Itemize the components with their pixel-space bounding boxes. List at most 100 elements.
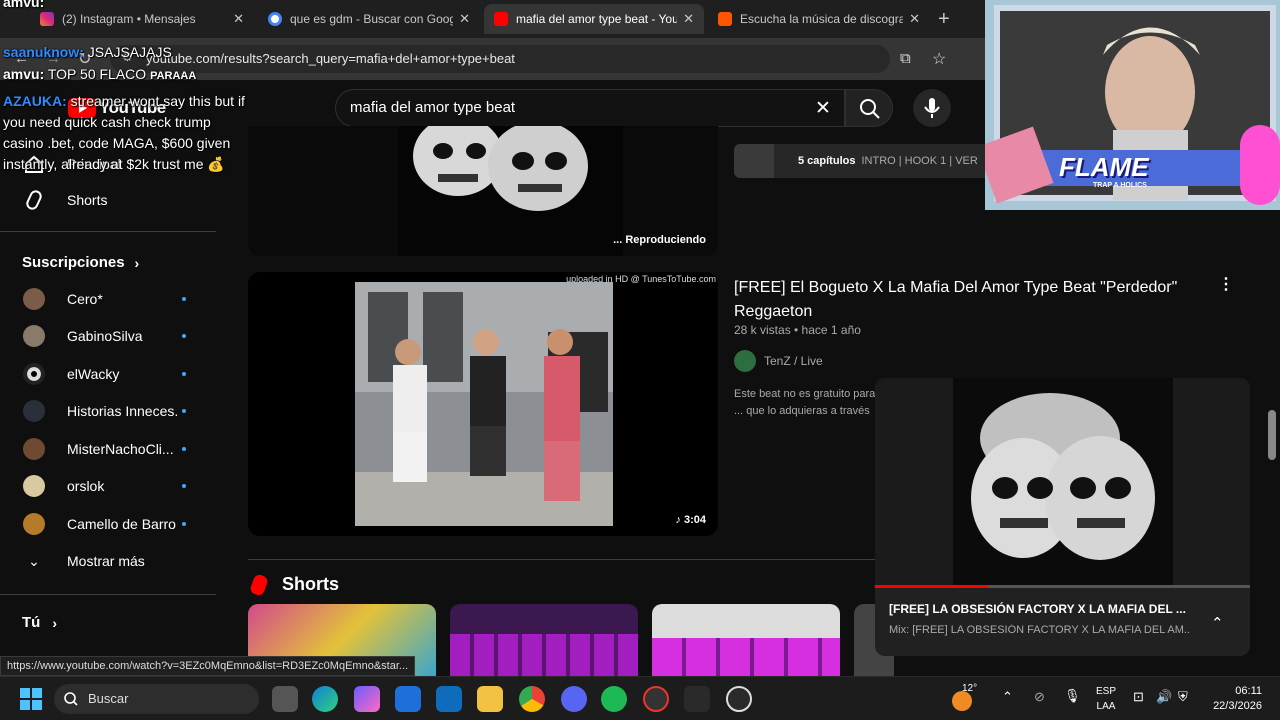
instagram-icon (40, 12, 54, 26)
chapters-bar[interactable]: 5 capítulos INTRO | HOOK 1 | VER (734, 144, 994, 178)
sidebar-sub-item[interactable]: Camello de Barro (0, 506, 220, 542)
edge-icon[interactable] (312, 686, 338, 712)
volume-icon[interactable]: 🔊 (1156, 689, 1172, 705)
new-content-dot (182, 297, 186, 301)
miniplayer-subtitle: Mix: [FREE] LA OBSESIÓN FACTORY X LA MAF… (889, 624, 1189, 636)
google-icon (268, 12, 282, 26)
keyboard-language[interactable]: ESP LAA (1094, 684, 1118, 714)
chevron-up-icon[interactable]: ⌃ (1002, 689, 1013, 705)
tab-youtube[interactable]: mafia del amor type beat - YouTube ✕ (484, 4, 704, 34)
chrome-icon[interactable] (519, 686, 545, 712)
avatar (23, 288, 45, 310)
miniplayer-title[interactable]: [FREE] LA OBSESIÓN FACTORY X LA MAFIA DE… (889, 602, 1189, 616)
divider (0, 231, 216, 232)
progress-track[interactable] (875, 585, 1250, 588)
avatar (23, 438, 45, 460)
sidebar-sub-item[interactable]: orslok (0, 468, 220, 504)
sidebar-show-more[interactable]: ⌄ Mostrar más (0, 543, 220, 579)
close-icon[interactable]: ✕ (683, 11, 694, 27)
task-view-icon[interactable] (272, 686, 298, 712)
microphone-icon (924, 98, 940, 118)
search-input[interactable]: mafia del amor type beat (335, 89, 845, 127)
tab-soundcloud[interactable]: Escucha la música de discografías ✕ (708, 4, 930, 34)
link-status-bar: https://www.youtube.com/watch?v=3EZc0MqE… (0, 656, 416, 676)
sidebar-sub-item[interactable]: GabinoSilva (0, 318, 220, 354)
search-placeholder: Buscar (88, 691, 129, 706)
channel-name: TenZ / Live (764, 354, 823, 368)
epic-games-icon[interactable] (684, 686, 710, 712)
you-label: Tú (22, 614, 41, 631)
new-content-dot (182, 334, 186, 338)
more-options-icon[interactable]: ⋮ (1218, 274, 1234, 294)
short-thumbnail[interactable] (652, 604, 840, 676)
new-content-dot (182, 484, 186, 488)
video-thumbnail[interactable]: uploaded in HD @ TunesToTube.com ♪ 3:04 (248, 272, 718, 536)
voice-search-button[interactable] (913, 89, 951, 127)
taskbar-search[interactable]: Buscar (54, 684, 259, 714)
chat-line: instantly, already at $2k trust me 💰 (3, 154, 225, 175)
duration-text: 3:04 (683, 514, 706, 526)
close-icon[interactable]: ✕ (459, 11, 470, 27)
sidebar-item-shorts[interactable]: Shorts (0, 182, 220, 218)
bookmark-star-icon[interactable]: ☆ (932, 49, 946, 69)
close-icon[interactable]: ✕ (909, 11, 920, 27)
photo-three-men (355, 282, 613, 526)
new-content-dot (182, 409, 186, 413)
sidebar-sub-item[interactable]: Cero* (0, 281, 220, 317)
chevron-up-icon[interactable]: ⌃ (1211, 614, 1224, 632)
chat-line: you need quick cash check trump (3, 112, 211, 133)
windows-start-icon[interactable] (20, 688, 42, 710)
now-playing-label: ... Reproduciendo (613, 234, 706, 246)
sidebar-sub-item[interactable]: MisterNachoCli... (0, 431, 220, 467)
security-icon[interactable]: ⛨ (1178, 689, 1188, 705)
sidebar-item-label: Historias Inneces... (67, 403, 179, 419)
file-explorer-icon[interactable] (477, 686, 503, 712)
video-thumbnail-playing[interactable]: ... Reproduciendo (248, 126, 718, 256)
weather-icon[interactable] (952, 691, 972, 711)
miniplayer-video[interactable] (875, 378, 1250, 588)
webcam-banner-sub: TRAP A HOLICS (1093, 182, 1147, 189)
short-thumbnail[interactable] (450, 604, 638, 676)
shorts-icon (22, 188, 46, 212)
outlook-icon[interactable] (436, 686, 462, 712)
chat-emote-text: PARAAA (150, 70, 197, 82)
you-heading[interactable]: Tú › (22, 614, 57, 631)
chat-user: amvu: (3, 66, 45, 82)
video-description: Este beat no es gratuito para ... que lo… (734, 388, 876, 417)
tab-title: que es gdm - Buscar con Google (290, 12, 454, 26)
video-title[interactable]: [FREE] El Bogueto X La Mafia Del Amor Ty… (734, 276, 1204, 324)
miniplayer[interactable]: [FREE] LA OBSESIÓN FACTORY X LA MAFIA DE… (875, 378, 1250, 656)
chat-line: AZAUKA: streamer wont say this but if (3, 91, 245, 112)
tab-title: Escucha la música de discografías (740, 12, 904, 26)
duration-badge: ♪ 3:04 (671, 512, 710, 528)
url-field[interactable]: ⚙ youtube.com/results?search_query=mafia… (110, 45, 890, 73)
sidebar-sub-item[interactable]: Historias Inneces... (0, 393, 220, 429)
page-scrollbar[interactable] (1268, 410, 1276, 460)
divider (0, 594, 216, 595)
subscriptions-heading[interactable]: Suscripciones › (22, 254, 139, 271)
close-icon[interactable]: ✕ (233, 11, 244, 27)
search-button[interactable] (845, 89, 893, 127)
wifi-icon[interactable]: ⊡ (1133, 689, 1144, 705)
discord-icon[interactable] (561, 686, 587, 712)
copilot-icon[interactable] (354, 686, 380, 712)
install-app-icon[interactable]: ⧉ (900, 50, 911, 67)
microphone-icon[interactable]: 🎙 (1064, 688, 1081, 704)
chat-message: instantly, already at $2k trust me 💰 (3, 156, 225, 172)
clear-search-icon[interactable]: ✕ (815, 97, 831, 120)
tab-google[interactable]: que es gdm - Buscar con Google ✕ (258, 4, 480, 34)
sidebar: Principal Shorts Suscripciones › Cero* G… (0, 136, 232, 676)
new-tab-button[interactable]: + (938, 8, 950, 31)
shorts-icon (249, 572, 269, 597)
streamer-webcam: FLAME TRAP A HOLICS (985, 0, 1280, 210)
sidebar-sub-item[interactable]: elWacky (0, 356, 220, 392)
clock[interactable]: 06:11 22/3/2026 (1196, 684, 1262, 714)
tab-instagram[interactable]: (2) Instagram • Mensajes ✕ (30, 4, 254, 34)
mute-icon[interactable]: ⊘ (1034, 689, 1045, 705)
store-icon[interactable] (395, 686, 421, 712)
media-player-icon[interactable] (726, 686, 752, 712)
spotify-icon[interactable] (601, 686, 627, 712)
avatar (23, 400, 45, 422)
obs-icon[interactable] (643, 686, 669, 712)
channel-row[interactable]: TenZ / Live (734, 350, 823, 372)
